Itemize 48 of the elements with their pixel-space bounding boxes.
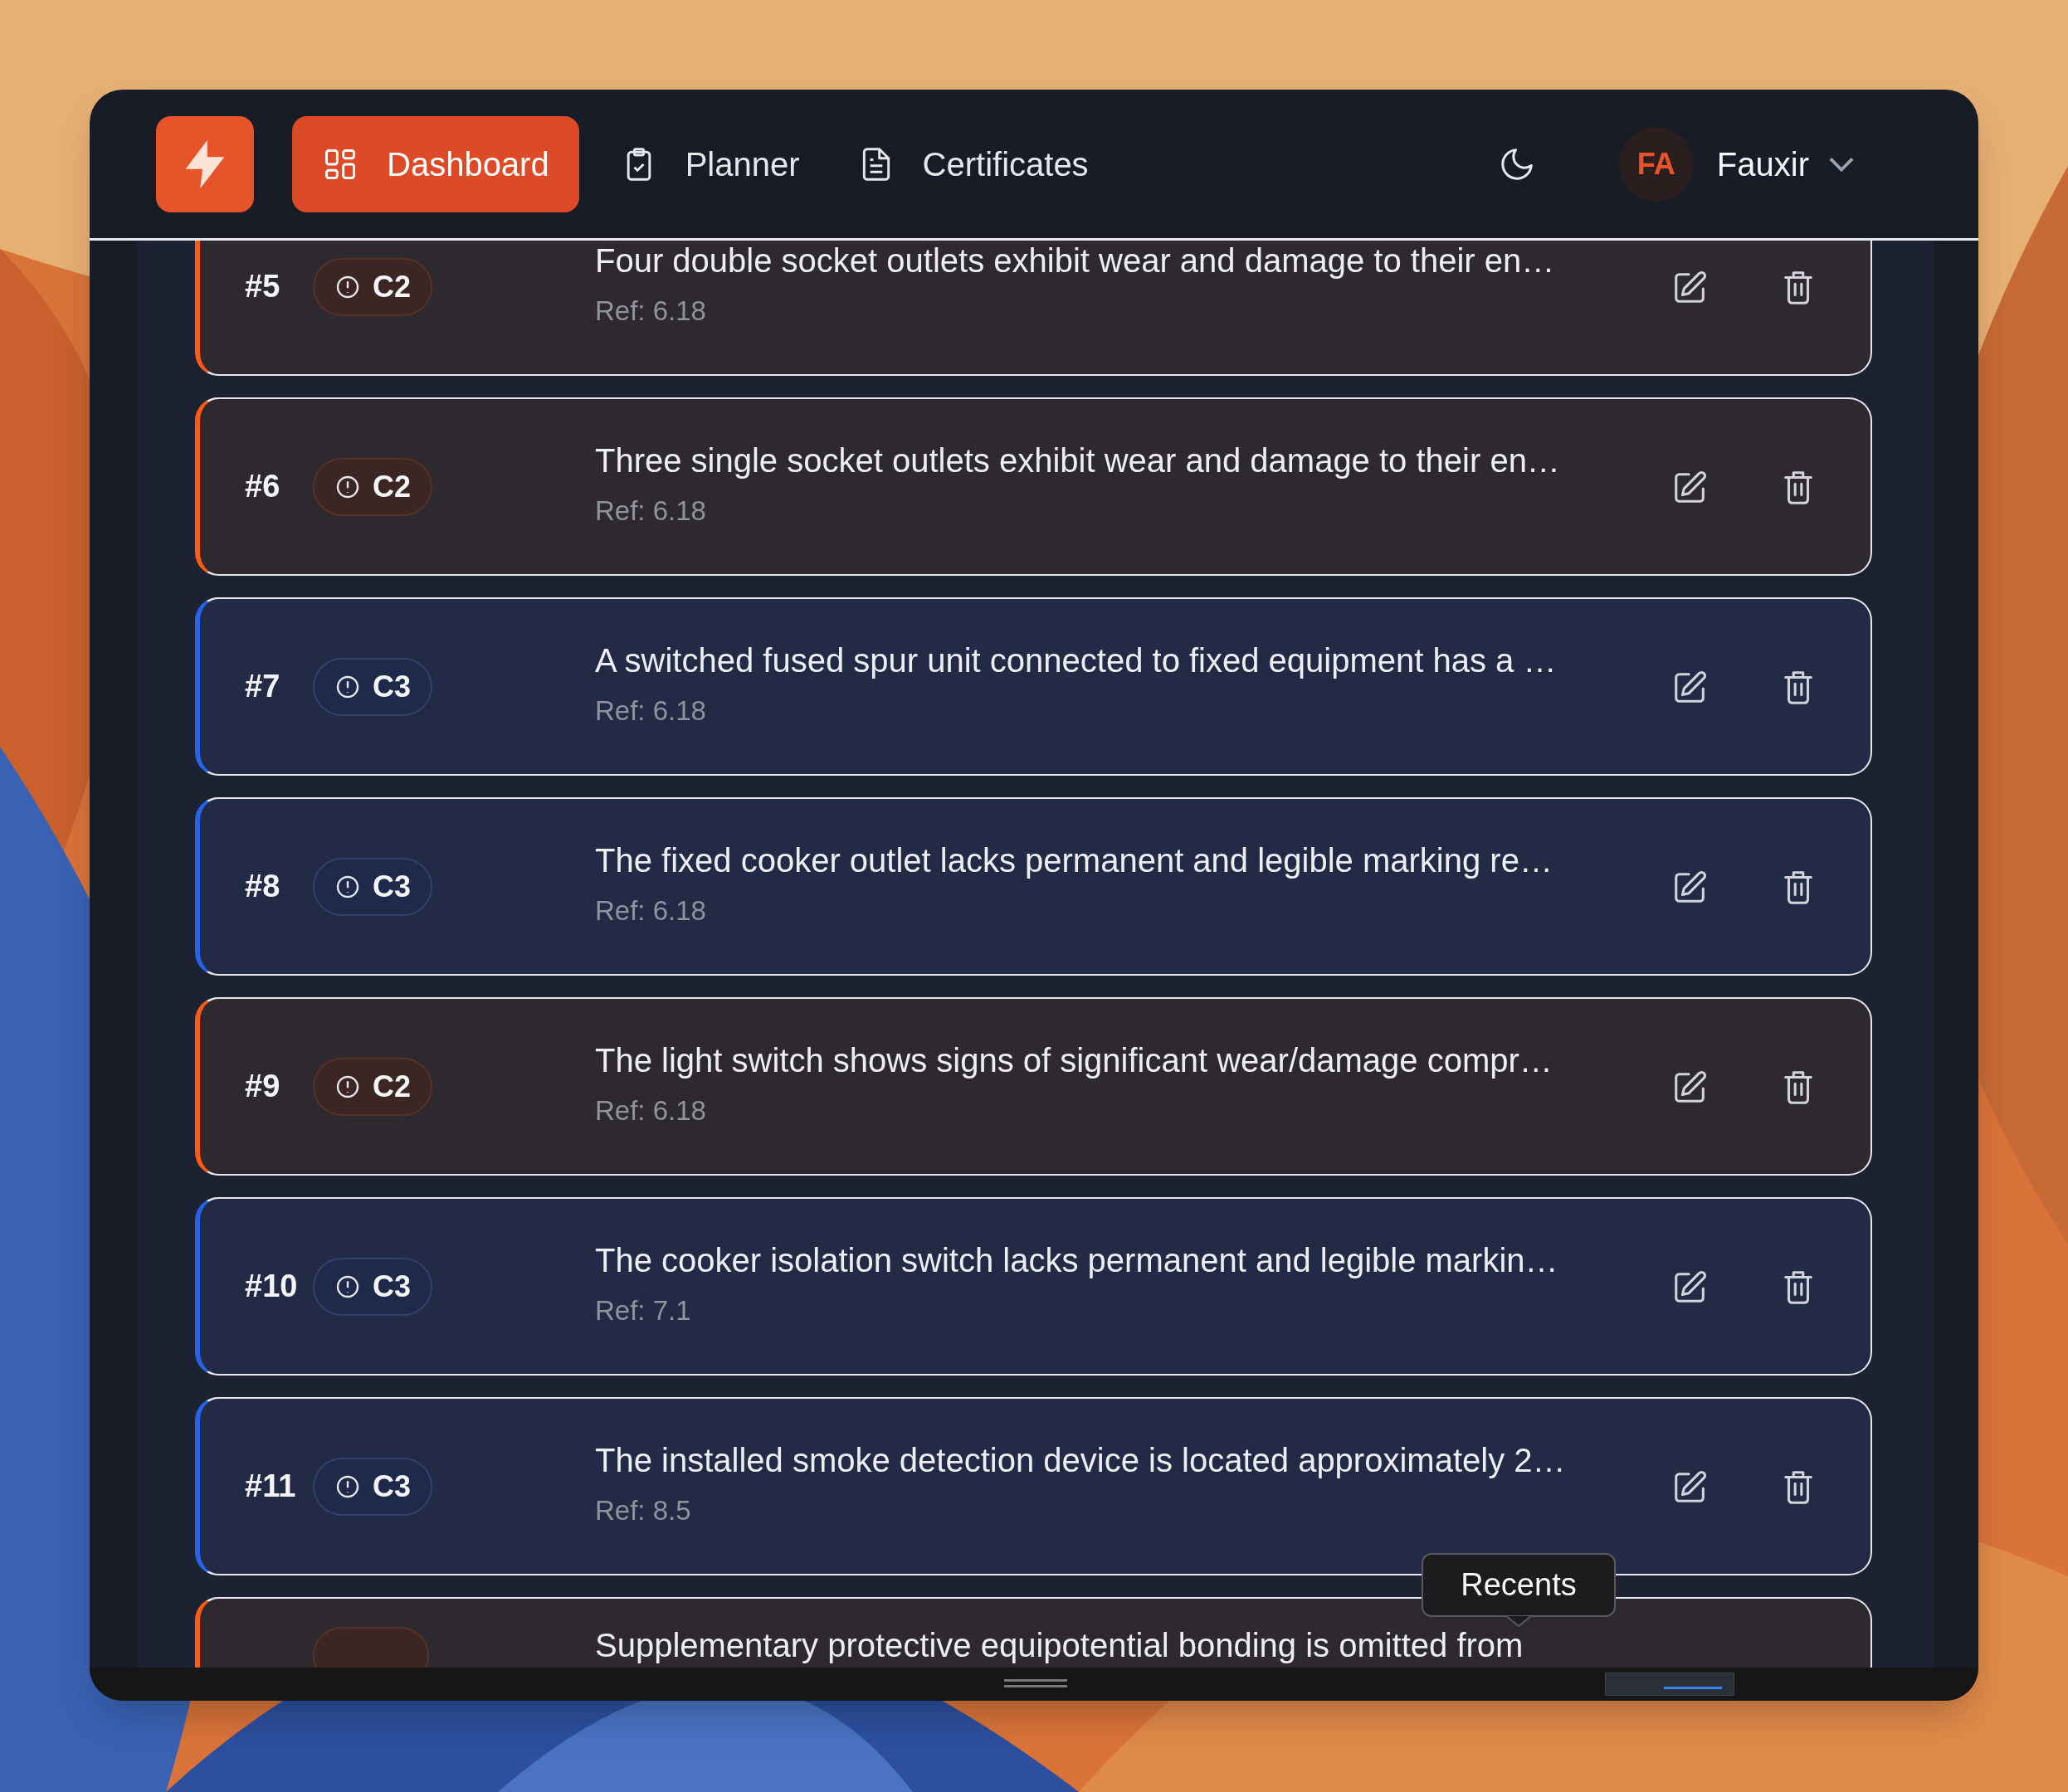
reference-text: Ref: 7.1 — [595, 1293, 692, 1327]
code-badge: C3 — [313, 657, 433, 716]
code-badge: C2 — [313, 457, 433, 516]
code-badge: C3 — [313, 1457, 433, 1516]
observation-card[interactable]: #5 C2 Four double socket outlets exhibit wear and damage to their en… Ref: 6.18 — [195, 241, 1872, 376]
nav-tab[interactable]: Planner — [603, 115, 817, 212]
observation-number: #9 — [245, 1068, 281, 1105]
observation-text: The installed smoke detection device is located approximately 2… — [595, 1441, 1566, 1478]
tooltip-arrow-icon — [1505, 1615, 1532, 1627]
user-menu[interactable]: FA Fauxir — [1618, 126, 1854, 202]
code-badge: C2 — [313, 257, 433, 316]
reference-text: Ref: 6.18 — [595, 1093, 707, 1127]
code-badge: C2 — [313, 1057, 433, 1116]
observation-number: #7 — [245, 668, 281, 705]
observation-card[interactable]: #7 C3 A switched fused spur unit connected to fixed equipment has a … Ref: 6.18 — [195, 597, 1872, 776]
drag-handle[interactable] — [1004, 1679, 1067, 1687]
code-badge: C3 — [313, 1257, 433, 1316]
observation-card[interactable]: #6 C2 Three single socket outlets exhibit wear and damage to their en… Ref: 6.18 — [195, 397, 1872, 576]
reference-text: Ref: 6.18 — [595, 494, 707, 528]
chevron-down-icon — [1829, 156, 1854, 172]
observation-number: #8 — [245, 868, 281, 905]
code-badge: C3 — [313, 857, 433, 916]
nav-tab[interactable]: Certificates — [841, 115, 1105, 212]
tooltip: Recents — [1422, 1553, 1616, 1617]
logo-icon[interactable] — [156, 115, 254, 212]
nav-tab[interactable]: Dashboard — [292, 115, 579, 212]
observation-text: Four double socket outlets exhibit wear and damage to their en… — [595, 241, 1555, 279]
observation-text: Supplementary protective equipotential bonding is omitted from — [595, 1627, 1524, 1663]
window-thumbnail-icon[interactable] — [1605, 1673, 1734, 1696]
observation-number: #6 — [245, 468, 281, 505]
avatar: FA — [1618, 126, 1694, 202]
observation-text: Three single socket outlets exhibit wear and damage to their en… — [595, 441, 1560, 479]
reference-text: Ref: 6.18 — [595, 294, 707, 328]
reference-text: Ref: 6.18 — [595, 894, 707, 928]
reference-text: Ref: 6.18 — [595, 694, 707, 728]
observation-card[interactable]: #8 C3 The fixed cooker outlet lacks permanent and legible marking re… Ref: 6.18 — [195, 797, 1872, 976]
observation-card[interactable]: Supplementary protective equipotential bonding is omitted from — [195, 1597, 1872, 1668]
observation-number: #10 — [245, 1268, 299, 1305]
reference-text: Ref: 8.5 — [595, 1493, 692, 1527]
observation-text: The light switch shows signs of significant wear/damage compr… — [595, 1041, 1553, 1079]
observation-text: The cooker isolation switch lacks permanent and legible markin… — [595, 1241, 1558, 1278]
observation-number: #11 — [245, 1468, 297, 1505]
observation-card[interactable]: #9 C2 The light switch shows signs of significant wear/damage compr… Ref: 6.18 — [195, 997, 1872, 1176]
observation-text: A switched fused spur unit connected to fixed equipment has a … — [595, 641, 1557, 679]
observation-number: #5 — [245, 268, 281, 305]
observation-card[interactable]: #10 C3 The cooker isolation switch lacks permanent and legible markin… Ref: 7.1 — [195, 1197, 1872, 1376]
user-name: Fauxir — [1716, 144, 1809, 184]
observation-text: The fixed cooker outlet lacks permanent and legible marking re… — [595, 841, 1553, 879]
